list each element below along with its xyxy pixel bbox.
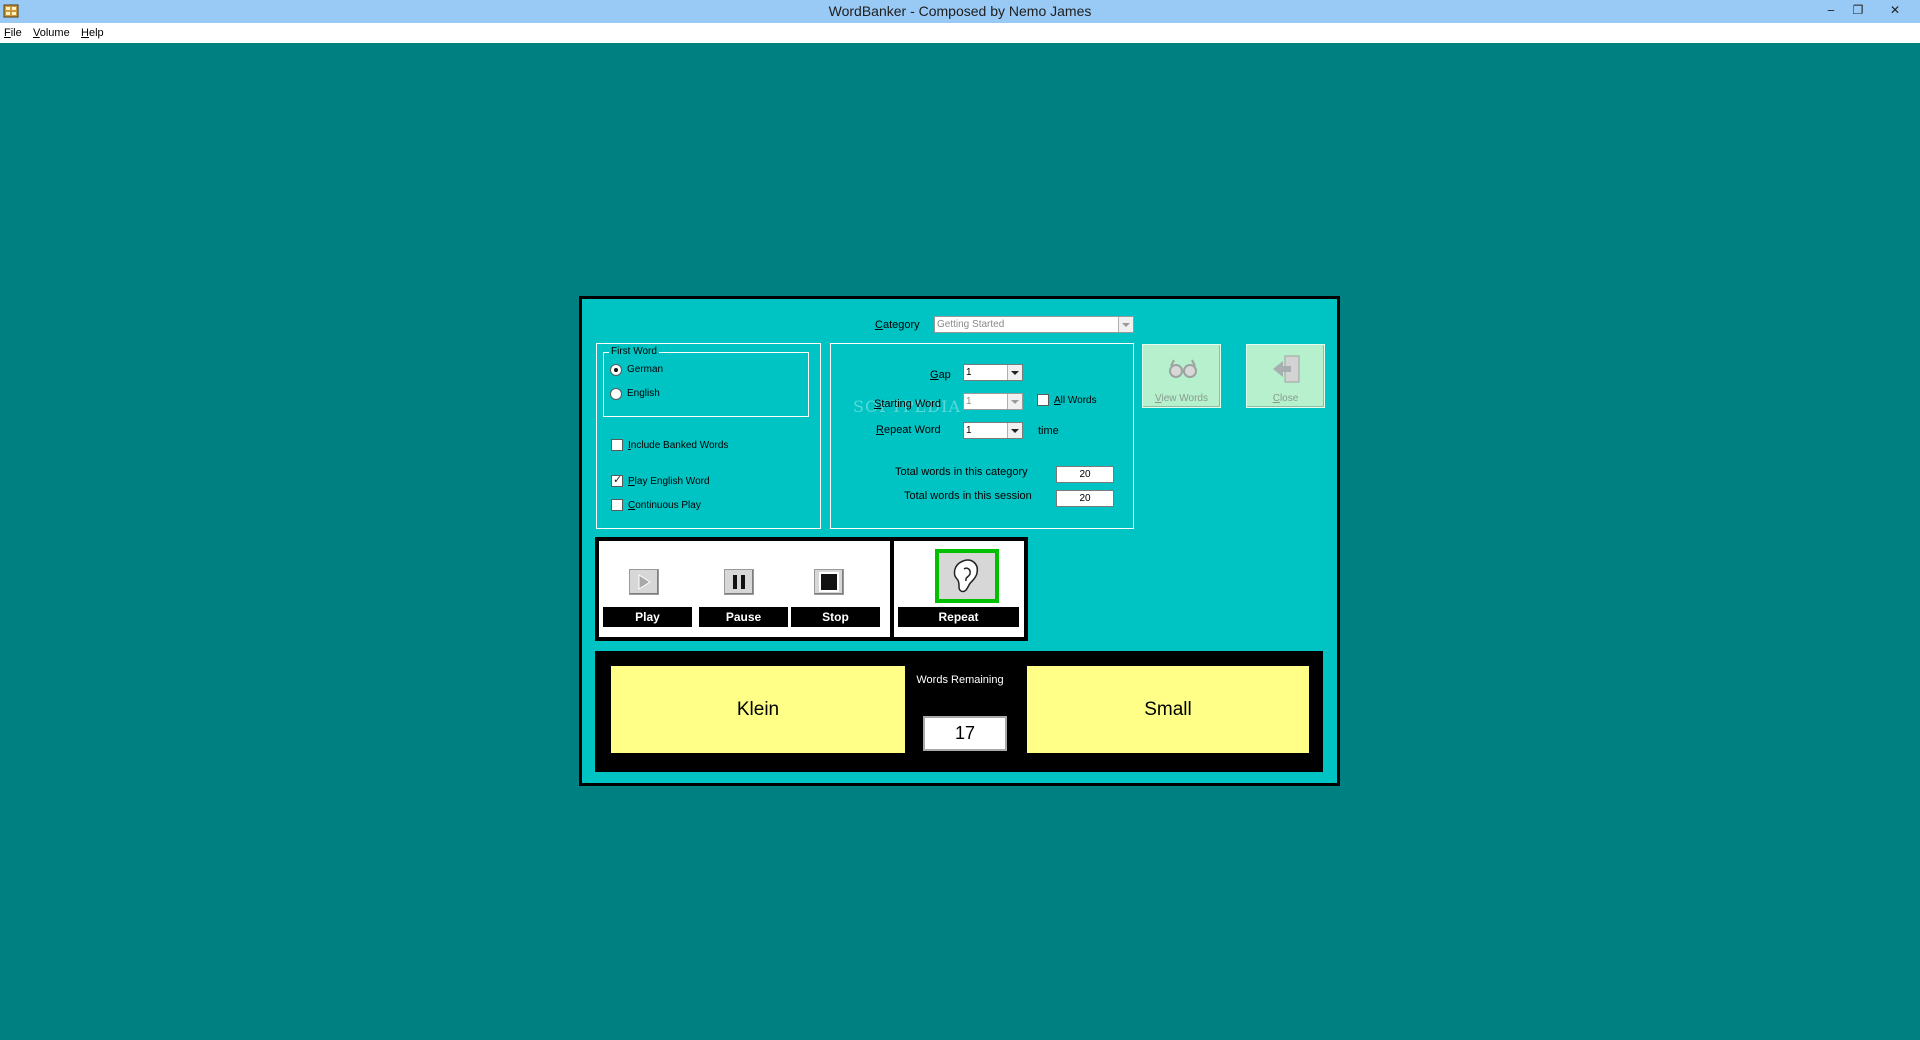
ear-icon	[953, 559, 979, 593]
repeat-word-label: Repeat Word	[876, 424, 941, 436]
english-word: Small	[1027, 666, 1309, 753]
include-banked-checkbox[interactable]	[611, 439, 623, 451]
play-english-label: Play English Word	[628, 476, 710, 487]
continuous-play-label: Continuous Play	[628, 500, 701, 511]
pause-icon-button[interactable]	[724, 569, 754, 595]
repeat-icon-button[interactable]	[935, 549, 999, 603]
all-words-checkbox[interactable]	[1037, 394, 1049, 406]
exit-door-icon	[1273, 355, 1300, 383]
minimize-button[interactable]: ‒	[1816, 0, 1846, 23]
radio-english[interactable]	[610, 388, 622, 400]
menu-file[interactable]: File	[4, 23, 22, 43]
play-button[interactable]: Play	[603, 607, 692, 627]
category-select[interactable]: Getting Started	[934, 316, 1134, 333]
radio-german-label: German	[627, 364, 664, 375]
first-word-group: First Word German English	[603, 346, 809, 417]
playback-controls: Play Pause Stop	[595, 537, 895, 641]
menu-volume[interactable]: Volume	[33, 23, 70, 43]
close-label: Close	[1272, 393, 1299, 404]
pause-button[interactable]: Pause	[699, 607, 788, 627]
window-title: WordBanker - Composed by Nemo James	[828, 3, 1092, 19]
close-window-button[interactable]: ✕	[1873, 0, 1917, 23]
view-words-label: View Words	[1155, 393, 1208, 404]
continuous-play-checkbox[interactable]	[611, 499, 623, 511]
german-word: Klein	[611, 666, 905, 753]
total-session-label: Total words in this session	[904, 490, 1032, 502]
options-group: First Word German English Include Banked…	[596, 343, 821, 529]
radio-german[interactable]	[610, 364, 622, 376]
title-bar: WordBanker - Composed by Nemo James ‒ ❐ …	[0, 0, 1920, 23]
stop-icon-button[interactable]	[814, 569, 844, 595]
chevron-down-icon[interactable]	[1007, 423, 1022, 438]
stop-icon	[819, 572, 839, 592]
pause-icon	[733, 575, 745, 589]
gap-value: 1	[966, 367, 972, 378]
total-session-field[interactable]: 20	[1056, 490, 1114, 507]
play-icon-button[interactable]	[629, 569, 659, 595]
chevron-down-icon[interactable]	[1007, 365, 1022, 380]
gap-label: Gap	[930, 369, 951, 381]
include-banked-label: Include Banked Words	[628, 440, 729, 451]
glasses-icon	[1169, 359, 1197, 378]
close-button[interactable]: Close	[1246, 344, 1325, 408]
play-icon	[638, 574, 651, 590]
view-words-button[interactable]: View Words	[1142, 344, 1221, 408]
first-word-legend: First Word	[609, 346, 659, 357]
starting-word-select[interactable]: 1	[963, 393, 1023, 410]
play-english-checkbox[interactable]	[611, 473, 623, 487]
starting-word-value: 1	[966, 396, 972, 407]
menu-help[interactable]: Help	[81, 23, 104, 43]
repeat-word-suffix: time	[1038, 425, 1059, 437]
repeat-button[interactable]: Repeat	[898, 607, 1019, 627]
stop-button[interactable]: Stop	[791, 607, 880, 627]
all-words-label: All Words	[1054, 395, 1097, 406]
repeat-control: Repeat	[890, 537, 1028, 641]
words-display: Klein Words Remaining 17 Small	[595, 651, 1323, 772]
total-category-label: Total words in this category	[895, 466, 1028, 478]
restore-button[interactable]: ❐	[1843, 0, 1873, 23]
starting-word-label: Starting Word	[874, 398, 942, 410]
repeat-word-value: 1	[966, 425, 972, 436]
chevron-down-icon[interactable]	[1118, 317, 1133, 332]
category-value: Getting Started	[937, 319, 1005, 330]
settings-group: Gap 1 SOFTPEDIA Starting Word 1 All Word…	[830, 343, 1134, 529]
words-remaining-label: Words Remaining	[916, 674, 1004, 686]
chevron-down-icon[interactable]	[1007, 394, 1022, 409]
total-category-field[interactable]: 20	[1056, 466, 1114, 483]
radio-english-label: English	[627, 388, 660, 399]
repeat-word-select[interactable]: 1	[963, 422, 1023, 439]
menu-bar: File Volume Help	[0, 23, 1920, 43]
words-remaining-value: 17	[923, 716, 1007, 751]
category-label: Category	[875, 319, 920, 331]
gap-select[interactable]: 1	[963, 364, 1023, 381]
